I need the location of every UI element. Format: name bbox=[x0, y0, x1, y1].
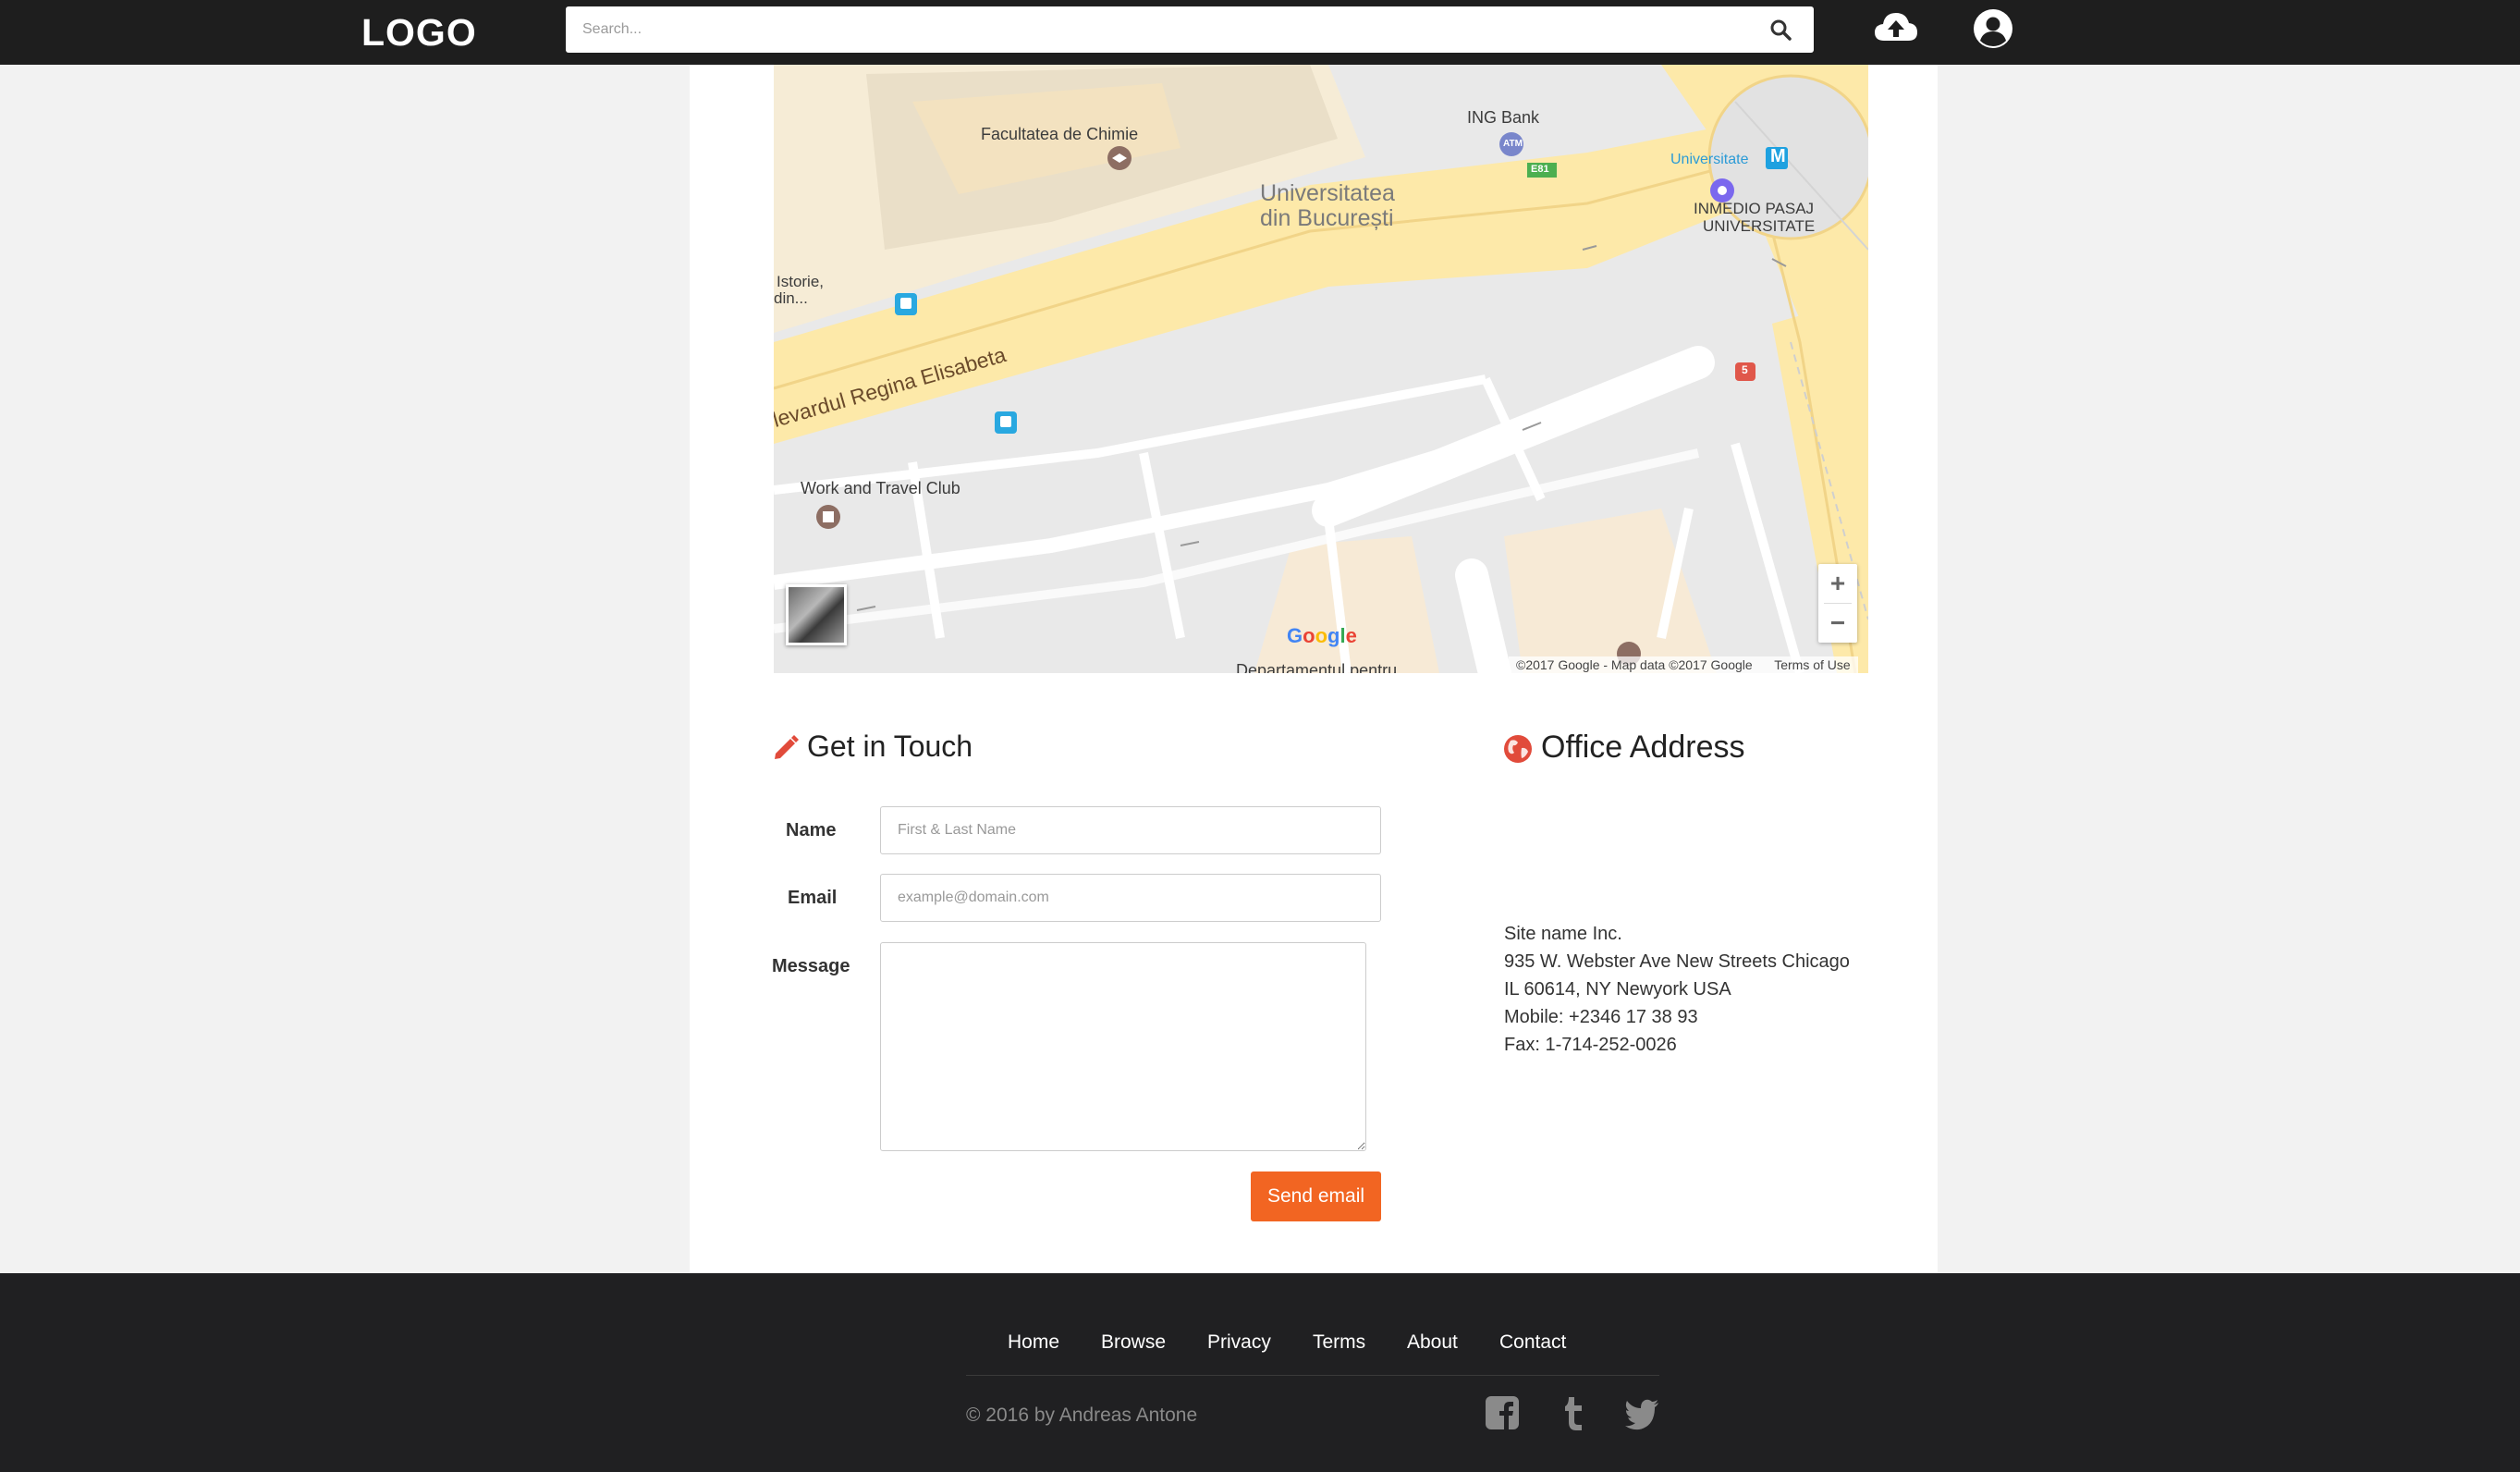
name-field[interactable] bbox=[880, 806, 1381, 854]
search-icon[interactable] bbox=[1769, 18, 1792, 41]
email-field[interactable] bbox=[880, 874, 1381, 922]
pencil-icon bbox=[775, 735, 799, 759]
map-label-work-travel: Work and Travel Club bbox=[801, 479, 960, 497]
address-company: Site name Inc. bbox=[1504, 924, 1622, 944]
address-street: 935 W. Webster Ave New Streets Chicago bbox=[1504, 951, 1850, 972]
site-logo[interactable]: LOGO bbox=[361, 9, 477, 55]
map-zoom-controls: + − bbox=[1818, 564, 1857, 643]
map-terms-link[interactable]: Terms of Use bbox=[1774, 657, 1850, 672]
map-label-universitate-metro: Universitate bbox=[1670, 152, 1749, 167]
site-footer: Home Browse Privacy Terms About Contact … bbox=[0, 1273, 2520, 1472]
search-bar bbox=[566, 6, 1814, 53]
main-content: Facultatea de Chimie ING Bank Universita… bbox=[690, 65, 1938, 1273]
map-badge-e81: E81 bbox=[1531, 164, 1549, 175]
tumblr-icon[interactable] bbox=[1555, 1393, 1592, 1432]
satellite-view-toggle[interactable] bbox=[786, 584, 847, 645]
map-label-departament: Departamentul pentru bbox=[1236, 661, 1398, 673]
send-email-button[interactable]: Send email bbox=[1251, 1171, 1381, 1221]
message-label: Message bbox=[772, 956, 850, 976]
google-logo: Google bbox=[1287, 624, 1357, 647]
search-input[interactable] bbox=[566, 6, 1731, 53]
map-badge-atm: ATM bbox=[1503, 139, 1523, 149]
map-badge-route-5: 5 bbox=[1742, 363, 1748, 376]
map-label-istorie-2: din... bbox=[774, 289, 808, 307]
get-in-touch-heading: Get in Touch bbox=[807, 730, 973, 763]
address-fax: Fax: 1-714-252-0026 bbox=[1504, 1035, 1677, 1055]
twitter-icon[interactable] bbox=[1623, 1393, 1660, 1432]
facebook-icon[interactable] bbox=[1484, 1393, 1521, 1432]
map-label-university-2: din București bbox=[1260, 205, 1394, 231]
footer-divider bbox=[966, 1375, 1659, 1376]
map-label-ing-bank: ING Bank bbox=[1467, 108, 1540, 127]
name-label: Name bbox=[786, 820, 837, 840]
footer-link-home[interactable]: Home bbox=[1008, 1331, 1059, 1354]
footer-link-terms[interactable]: Terms bbox=[1313, 1331, 1365, 1354]
footer-link-browse[interactable]: Browse bbox=[1101, 1331, 1166, 1354]
metro-icon: M bbox=[1770, 146, 1786, 166]
footer-link-about[interactable]: About bbox=[1407, 1331, 1458, 1354]
copyright-text: © 2016 by Andreas Antone bbox=[966, 1405, 1198, 1426]
top-navbar: LOGO bbox=[0, 0, 2520, 65]
map-attribution: ©2017 Google - Map data ©2017 Google Ter… bbox=[1509, 656, 1858, 673]
footer-link-contact[interactable]: Contact bbox=[1499, 1331, 1566, 1354]
zoom-in-button[interactable]: + bbox=[1818, 564, 1857, 603]
map-label-inmedio-1: INMEDIO PASAJ bbox=[1694, 200, 1815, 217]
email-label: Email bbox=[788, 888, 838, 908]
cloud-upload-icon[interactable] bbox=[1873, 7, 1919, 48]
map-label-university-1: Universitatea bbox=[1260, 180, 1395, 206]
footer-link-privacy[interactable]: Privacy bbox=[1207, 1331, 1271, 1354]
address-mobile: Mobile: +2346 17 38 93 bbox=[1504, 1007, 1698, 1027]
map-label-faculty: Facultatea de Chimie bbox=[981, 125, 1139, 143]
address-city: IL 60614, NY Newyork USA bbox=[1504, 979, 1731, 1000]
map-attribution-text: ©2017 Google - Map data ©2017 Google bbox=[1516, 657, 1753, 672]
google-map[interactable]: Facultatea de Chimie ING Bank Universita… bbox=[774, 65, 1868, 673]
user-account-icon[interactable] bbox=[1972, 7, 2014, 50]
message-field[interactable] bbox=[880, 942, 1366, 1151]
map-label-istorie-1: Istorie, bbox=[777, 273, 825, 290]
globe-icon bbox=[1504, 735, 1532, 763]
map-label-inmedio-2: UNIVERSITATE bbox=[1703, 217, 1816, 235]
office-address-heading: Office Address bbox=[1541, 730, 1745, 765]
zoom-out-button[interactable]: − bbox=[1818, 604, 1857, 643]
